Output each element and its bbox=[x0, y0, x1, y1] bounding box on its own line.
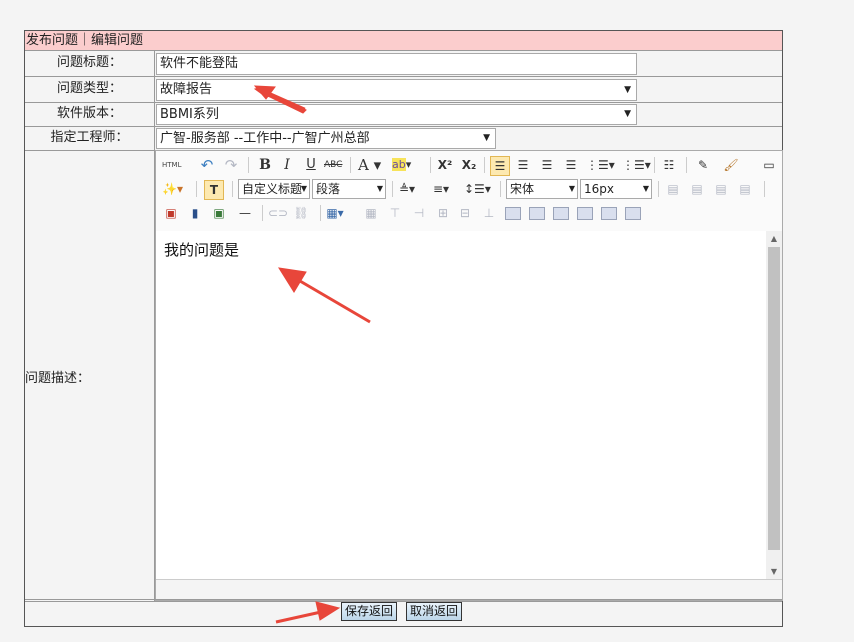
font-size-dropdown[interactable]: 16px ▼ bbox=[580, 179, 652, 199]
editor-toolbar: HTML ↶ ↷ B I U ABC A ▾ ab▾ X² X₂ ☰ ☰ ☰ ☰… bbox=[156, 151, 782, 232]
chevron-down-icon: ▼ bbox=[624, 85, 631, 95]
indent-icon[interactable]: ▤ bbox=[664, 180, 682, 198]
image-upload-icon[interactable]: ▣ bbox=[210, 204, 228, 222]
preview-icon[interactable]: ▭ bbox=[760, 156, 778, 174]
format-brush-icon[interactable]: 🖌 bbox=[722, 156, 740, 174]
align-center-icon[interactable]: ☰ bbox=[514, 156, 532, 174]
custom-heading-dropdown[interactable]: 自定义标题 ▼ bbox=[238, 179, 310, 199]
version-label: 软件版本： bbox=[25, 103, 155, 126]
font-color-icon[interactable]: A ▾ bbox=[358, 156, 381, 174]
type-select[interactable]: 故障报告 ▼ bbox=[156, 79, 637, 101]
row-version: 软件版本： BBMI系列 ▼ bbox=[25, 103, 782, 127]
title-label: 问题标题： bbox=[25, 51, 155, 76]
bold-icon[interactable]: B bbox=[256, 156, 274, 174]
underline-icon[interactable]: U bbox=[302, 156, 320, 174]
description-label: 问题描述： bbox=[25, 151, 155, 601]
table-icon[interactable]: ▦▾ bbox=[326, 204, 344, 222]
align-justify-icon[interactable]: ☰ bbox=[562, 156, 580, 174]
cancel-button[interactable]: 取消返回 bbox=[406, 602, 463, 621]
scroll-up-icon[interactable]: ▲ bbox=[766, 231, 782, 247]
paragraph-spacing-top-icon[interactable]: ≜▾ bbox=[398, 180, 416, 198]
float-right-icon[interactable]: ▤ bbox=[736, 180, 754, 198]
table-border-icon[interactable] bbox=[624, 204, 642, 222]
editor-scrollbar[interactable]: ▲ ▼ bbox=[766, 231, 782, 580]
version-select-value: BBMI系列 bbox=[160, 107, 219, 122]
form-header: 发布问题｜编辑问题 bbox=[25, 31, 782, 51]
table-props-icon[interactable] bbox=[528, 204, 546, 222]
strikethrough-icon[interactable]: ABC bbox=[324, 156, 342, 174]
engineer-select[interactable]: 广智-服务部 --工作中--广智广州总部 ▼ bbox=[156, 128, 496, 149]
unordered-list-icon[interactable]: ⋮☰▾ bbox=[622, 156, 651, 174]
insert-col-icon[interactable]: ⊣ bbox=[410, 204, 428, 222]
rich-text-editor: HTML ↶ ↷ B I U ABC A ▾ ab▾ X² X₂ ☰ ☰ ☰ ☰… bbox=[155, 150, 783, 601]
merge-cells-icon[interactable]: ⊞ bbox=[434, 204, 452, 222]
row-type: 问题类型： 故障报告 ▼ bbox=[25, 77, 782, 103]
paragraph-dropdown[interactable]: 段落 ▼ bbox=[312, 179, 386, 199]
issue-form: 发布问题｜编辑问题 问题标题： 软件不能登陆 问题类型： 故障报告 ▼ 软件版本… bbox=[24, 30, 783, 627]
engineer-select-value: 广智-服务部 --工作中--广智广州总部 bbox=[160, 131, 370, 146]
type-select-value: 故障报告 bbox=[160, 82, 213, 97]
redo-icon[interactable]: ↷ bbox=[222, 156, 240, 174]
engineer-label: 指定工程师： bbox=[25, 127, 155, 150]
line-height-icon[interactable]: ☷ bbox=[660, 156, 678, 174]
editor-content-area[interactable]: 我的问题是 bbox=[156, 231, 766, 580]
split-cells-icon[interactable]: ⊟ bbox=[456, 204, 474, 222]
link-icon[interactable]: ⊂⊃ bbox=[268, 204, 288, 222]
scroll-down-icon[interactable]: ▼ bbox=[766, 564, 782, 580]
eraser-icon[interactable]: ✎ bbox=[694, 156, 712, 174]
title-input[interactable]: 软件不能登陆 bbox=[156, 53, 637, 75]
superscript-icon[interactable]: X² bbox=[436, 156, 454, 174]
type-label: 问题类型： bbox=[25, 77, 155, 102]
insert-row-icon[interactable]: ⊤ bbox=[386, 204, 404, 222]
html-source-button[interactable]: HTML bbox=[162, 156, 181, 174]
row-engineer: 指定工程师： 广智-服务部 --工作中--广智广州总部 ▼ bbox=[25, 127, 782, 151]
version-select[interactable]: BBMI系列 ▼ bbox=[156, 104, 637, 125]
font-family-dropdown[interactable]: 宋体 ▼ bbox=[506, 179, 578, 199]
unlink-icon[interactable]: ⛓ bbox=[292, 204, 310, 222]
undo-icon[interactable]: ↶ bbox=[198, 156, 216, 174]
ordered-list-icon[interactable]: ⋮☰▾ bbox=[586, 156, 615, 174]
highlight-icon[interactable]: ab▾ bbox=[392, 156, 411, 174]
image-icon[interactable]: ▣ bbox=[162, 204, 180, 222]
magic-wand-icon[interactable]: ✨▾ bbox=[162, 180, 183, 198]
row-title: 问题标题： 软件不能登陆 bbox=[25, 51, 782, 77]
paste-text-icon[interactable]: T bbox=[204, 180, 224, 200]
editor-text: 我的问题是 bbox=[164, 241, 240, 259]
chevron-down-icon: ▼ bbox=[483, 133, 490, 143]
row-props-icon[interactable] bbox=[576, 204, 594, 222]
line-spacing-icon[interactable]: ↕☰▾ bbox=[464, 180, 491, 198]
cell-props-icon[interactable] bbox=[504, 204, 522, 222]
cell-align-icon[interactable] bbox=[552, 204, 570, 222]
align-left-icon[interactable]: ☰ bbox=[490, 156, 510, 176]
paragraph-spacing-bottom-icon[interactable]: ≡▾ bbox=[432, 180, 450, 198]
video-icon[interactable]: ▮ bbox=[186, 204, 204, 222]
save-button[interactable]: 保存返回 bbox=[341, 602, 398, 621]
float-center-icon[interactable]: ▤ bbox=[712, 180, 730, 198]
float-left-icon[interactable]: ▤ bbox=[688, 180, 706, 198]
delete-row-icon[interactable]: ⊥ bbox=[480, 204, 498, 222]
italic-icon[interactable]: I bbox=[278, 156, 296, 174]
table-delete-icon[interactable]: ▦ bbox=[362, 204, 380, 222]
horizontal-rule-icon[interactable]: — bbox=[236, 204, 254, 222]
editor-status-bar bbox=[156, 579, 782, 600]
form-footer: 保存返回 取消返回 bbox=[25, 599, 782, 626]
scrollbar-thumb[interactable] bbox=[768, 247, 780, 550]
align-right-icon[interactable]: ☰ bbox=[538, 156, 556, 174]
chevron-down-icon: ▼ bbox=[624, 109, 631, 119]
col-props-icon[interactable] bbox=[600, 204, 618, 222]
subscript-icon[interactable]: X₂ bbox=[460, 156, 478, 174]
